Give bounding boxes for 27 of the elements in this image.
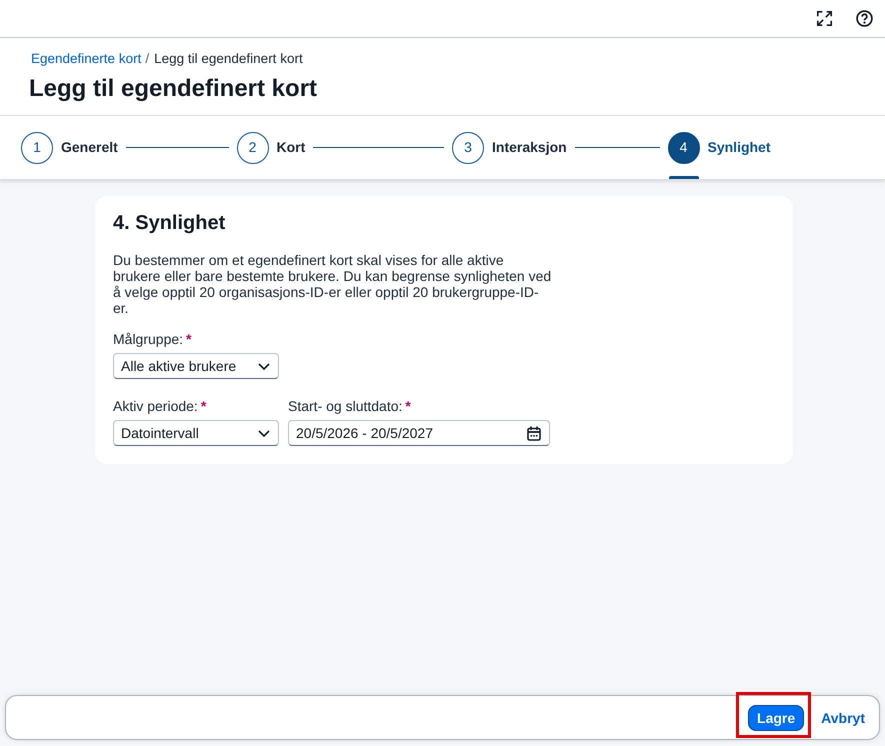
field-label: Målgruppe: *: [113, 330, 192, 348]
page-title: Legg til egendefinert kort: [29, 74, 318, 104]
step-indicator[interactable]: 4: [668, 132, 700, 164]
chevron-down-icon: [258, 362, 270, 370]
breadcrumb-current: Legg til egendefinert kort: [154, 50, 303, 68]
section-description: Du bestemmer om et egendefinert kort skal vises for alle aktive brukere eller bare bestemte brukere. Du kan begrense synligheten ved å velge opptil 20 organisasjons-ID-er eller opptil 20 brukergruppe-ID-er.: [113, 252, 552, 316]
dropdown-field[interactable]: Datointervall: [113, 420, 279, 446]
breadcrumb-link[interactable]: Egendefinerte kort: [31, 50, 142, 68]
fullscreen-icon[interactable]: [816, 10, 833, 27]
dropdown-field[interactable]: Alle aktive brukere: [113, 353, 279, 379]
step-label[interactable]: Kort: [276, 137, 306, 158]
field-label: Start- og sluttdato: *: [288, 397, 411, 415]
date-range-field[interactable]: 20/5/2026 - 20/5/2027: [288, 420, 550, 446]
save-button[interactable]: Lagre: [748, 704, 804, 730]
breadcrumb-separator: /: [145, 50, 150, 68]
step-indicator[interactable]: 3: [452, 132, 484, 164]
step-label[interactable]: Synlighet: [708, 137, 771, 158]
step-indicator[interactable]: 1: [21, 132, 53, 164]
step-label[interactable]: Generelt: [61, 137, 118, 158]
chevron-down-icon: [258, 430, 270, 436]
section-title: 4. Synlighet: [113, 211, 226, 236]
step-label[interactable]: Interaksjon: [492, 137, 567, 158]
step-indicator[interactable]: 2: [236, 132, 268, 164]
cancel-button[interactable]: Avbryt: [812, 704, 874, 730]
calendar-icon: [527, 426, 541, 440]
field-label: Aktiv periode: *: [113, 397, 206, 415]
help-icon[interactable]: [856, 10, 873, 27]
